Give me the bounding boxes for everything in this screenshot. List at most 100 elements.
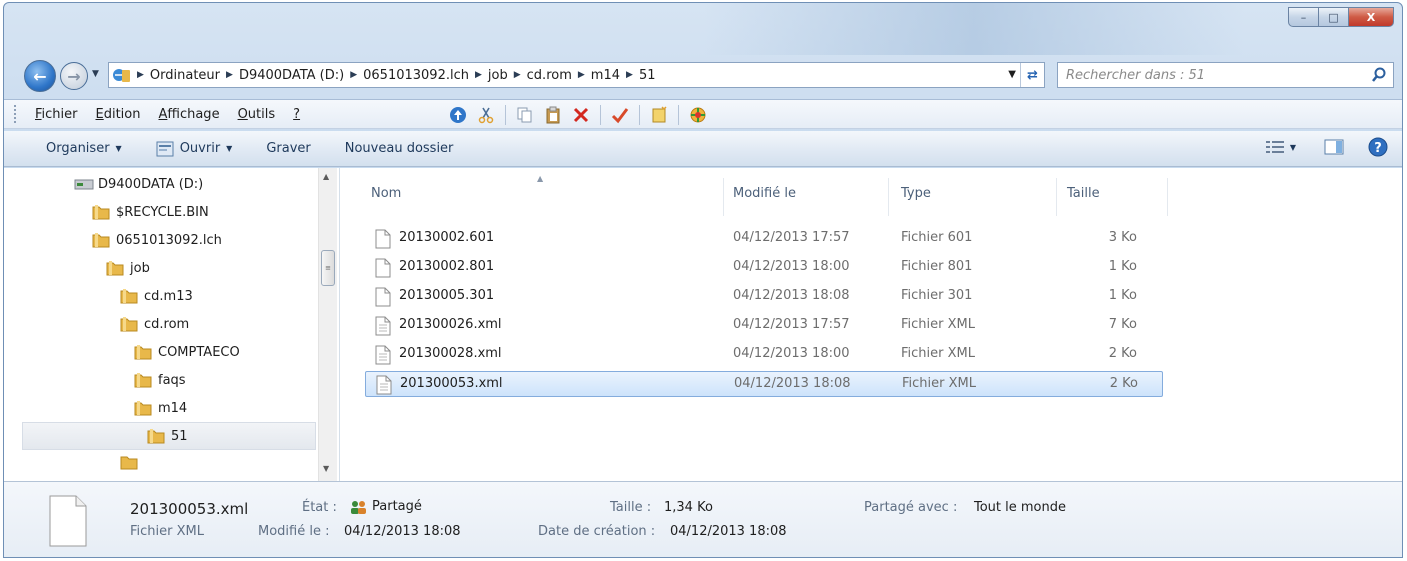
address-bar[interactable]: ▶ Ordinateur ▶ D9400DATA (D:) ▶ 06510130…	[108, 62, 1045, 88]
copy-icon[interactable]	[514, 105, 536, 125]
open-button[interactable]: Ouvrir ▼	[144, 141, 245, 157]
scroll-up-icon[interactable]: ▲	[323, 172, 329, 181]
recent-pages-dropdown[interactable]: ▼	[92, 69, 99, 79]
column-divider[interactable]	[1056, 178, 1057, 216]
tree-item-job[interactable]: job	[106, 254, 150, 282]
tree-item-label: m14	[158, 400, 188, 416]
new-folder-button[interactable]: Nouveau dossier	[333, 141, 466, 156]
breadcrumb-separator-icon[interactable]: ▶	[135, 70, 146, 80]
table-row[interactable]: 20130002.801 04/12/2013 18:00 Fichier 80…	[365, 255, 1163, 281]
refresh-icon[interactable]: ⇄	[1020, 63, 1044, 87]
address-dropdown-icon[interactable]: ▼	[1008, 69, 1016, 80]
column-divider[interactable]	[1167, 178, 1168, 216]
breadcrumb-separator-icon[interactable]: ▶	[348, 70, 359, 80]
menu-affichage[interactable]: Affichage	[149, 107, 228, 122]
menu-edition[interactable]: Edition	[87, 107, 150, 122]
menu-outils-label: utils	[247, 106, 276, 122]
network-globe-icon[interactable]	[687, 105, 709, 125]
breadcrumb-item[interactable]: D9400DATA (D:)	[235, 68, 348, 83]
column-header-type[interactable]: Type	[901, 186, 931, 201]
chevron-down-icon: ▼	[115, 144, 122, 153]
maximize-button[interactable]: □	[1318, 7, 1348, 27]
cut-icon[interactable]	[475, 105, 497, 125]
address-row: ← → ▼ ▶ Ordinateur ▶ D9400DATA (D:) ▶ 06…	[4, 57, 1402, 93]
menu-affichage-label: ffichage	[167, 106, 220, 122]
view-controls: ▼ ?	[1246, 137, 1388, 157]
column-header-size[interactable]: Taille	[1067, 186, 1100, 201]
file-size: 2 Ko	[1109, 376, 1138, 391]
search-icon[interactable]	[1371, 67, 1387, 83]
breadcrumb-item[interactable]: job	[484, 68, 512, 83]
delete-icon[interactable]	[570, 105, 592, 125]
title-bar[interactable]: – □ X	[4, 3, 1402, 55]
menu-fichier[interactable]: Fichier	[26, 107, 87, 122]
details-state-value-wrap: Partagé	[348, 499, 422, 514]
tree-item-label: faqs	[158, 372, 186, 388]
close-button[interactable]: X	[1348, 7, 1394, 27]
tree-item-51[interactable]: 51	[22, 422, 316, 450]
tree-item-faqs[interactable]: faqs	[134, 366, 186, 394]
change-view-button[interactable]: ▼	[1265, 140, 1296, 154]
breadcrumb-separator-icon[interactable]: ▶	[512, 70, 523, 80]
forward-button[interactable]: →	[60, 62, 88, 90]
back-button[interactable]: ←	[24, 60, 56, 92]
toolbar-separator	[600, 105, 601, 125]
table-row[interactable]: 201300028.xml 04/12/2013 18:00 Fichier X…	[365, 342, 1163, 368]
tree-item-lch[interactable]: 0651013092.lch	[92, 226, 222, 254]
breadcrumb-item[interactable]: cd.rom	[523, 68, 576, 83]
file-thumbnail-icon	[49, 495, 87, 547]
column-divider[interactable]	[888, 178, 889, 216]
tree-item-m14[interactable]: m14	[134, 394, 187, 422]
table-row-selected[interactable]: 201300053.xml 04/12/2013 18:08 Fichier X…	[365, 371, 1163, 397]
tree-item-label: $RECYCLE.BIN	[116, 204, 209, 220]
search-box[interactable]	[1057, 62, 1394, 88]
file-modified: 04/12/2013 18:00	[733, 346, 850, 361]
scroll-down-icon[interactable]: ▼	[323, 464, 329, 473]
organize-button[interactable]: Organiser ▼	[34, 141, 134, 156]
up-folder-icon[interactable]	[447, 105, 469, 125]
burn-button[interactable]: Graver	[254, 141, 322, 156]
tree-item-comptaeco[interactable]: COMPTAECO	[134, 338, 240, 366]
breadcrumb-separator-icon[interactable]: ▶	[224, 70, 235, 80]
minimize-button[interactable]: –	[1288, 7, 1318, 27]
toolbar-grip[interactable]	[14, 105, 18, 123]
tree-item-drive[interactable]: D9400DATA (D:)	[74, 170, 203, 198]
table-row[interactable]: 20130005.301 04/12/2013 18:08 Fichier 30…	[365, 284, 1163, 310]
file-name: 20130002.601	[399, 230, 495, 245]
search-input[interactable]	[1066, 67, 1366, 83]
column-header-modified[interactable]: Modifié le	[733, 186, 796, 201]
breadcrumb-item[interactable]: Ordinateur	[146, 68, 224, 83]
table-row[interactable]: 20130002.601 04/12/2013 17:57 Fichier 60…	[365, 226, 1163, 252]
folder-icon	[147, 429, 165, 444]
column-divider[interactable]	[723, 178, 724, 216]
breadcrumb-item[interactable]: 0651013092.lch	[359, 68, 473, 83]
tree-item-cd-m13[interactable]: cd.m13	[120, 282, 193, 310]
table-row[interactable]: 201300026.xml 04/12/2013 17:57 Fichier X…	[365, 313, 1163, 339]
details-size-value: 1,34 Ko	[664, 500, 713, 515]
file-type: Fichier 601	[901, 230, 973, 245]
tree-item-recycle-bin[interactable]: $RECYCLE.BIN	[92, 198, 209, 226]
column-header-name[interactable]: Nom	[371, 186, 401, 201]
breadcrumb-item[interactable]: 51	[635, 68, 660, 83]
preview-pane-button[interactable]	[1324, 139, 1344, 155]
tree-item-label: cd.rom	[144, 316, 190, 332]
menu-bar: Fichier Edition Affichage Outils ?	[4, 99, 1402, 129]
tree-item-cd-rom[interactable]: cd.rom	[120, 310, 189, 338]
menu-outils[interactable]: Outils	[229, 107, 285, 122]
command-bar: Organiser ▼ Ouvrir ▼ Graver Nouveau doss…	[4, 131, 1402, 167]
menu-accelerator: E	[95, 106, 104, 122]
paste-icon[interactable]	[542, 105, 564, 125]
breadcrumb-separator-icon[interactable]: ▶	[576, 70, 587, 80]
breadcrumb-item[interactable]: m14	[587, 68, 624, 83]
menu-help[interactable]: ?	[284, 107, 309, 122]
open-label: Ouvrir	[179, 141, 221, 156]
file-size: 2 Ko	[1108, 346, 1137, 361]
new-document-icon[interactable]	[648, 105, 670, 125]
tree-scrollbar[interactable]: ▲ ≡ ▼	[318, 168, 337, 481]
tree-item-partial[interactable]	[120, 452, 144, 472]
breadcrumb-separator-icon[interactable]: ▶	[624, 70, 635, 80]
breadcrumb-separator-icon[interactable]: ▶	[473, 70, 484, 80]
help-button[interactable]: ?	[1368, 137, 1388, 157]
properties-check-icon[interactable]	[609, 105, 631, 125]
scroll-thumb[interactable]: ≡	[321, 250, 335, 286]
